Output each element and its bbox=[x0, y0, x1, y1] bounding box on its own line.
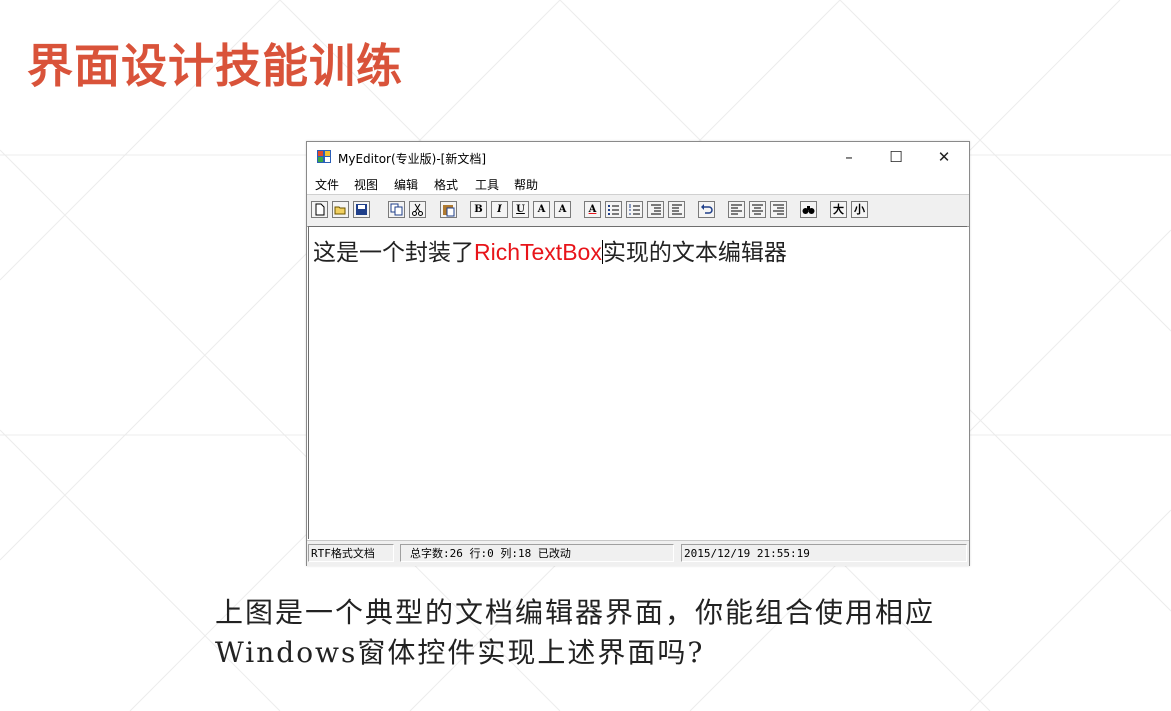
title-bar[interactable]: MyEditor(专业版)-[新文档] – ☐ ✕ bbox=[307, 142, 969, 172]
toolbar: B I U A A A 大 小 bbox=[307, 194, 969, 227]
editor-text-after: 实现的文本编辑器 bbox=[602, 240, 787, 266]
underline-icon[interactable]: U bbox=[512, 201, 529, 218]
editor-text-before: 这是一个封装了 bbox=[313, 240, 474, 266]
save-icon[interactable] bbox=[353, 201, 370, 218]
big-font-icon[interactable]: 大 bbox=[830, 201, 847, 218]
menu-format[interactable]: 格式 bbox=[434, 176, 458, 193]
font-shrink-icon[interactable]: A bbox=[554, 201, 571, 218]
italic-icon[interactable]: I bbox=[491, 201, 508, 218]
undo-icon[interactable] bbox=[698, 201, 715, 218]
editor-content: 这是一个封装了RichTextBox实现的文本编辑器 bbox=[313, 233, 787, 267]
status-bar: RTF格式文档 总字数:26 行:0 列:18 已改动 2015/12/19 2… bbox=[307, 540, 969, 566]
question-text: 上图是一个典型的文档编辑器界面，你能组合使用相应 Windows窗体控件实现上述… bbox=[215, 593, 1115, 673]
window-title: MyEditor(专业版)-[新文档] bbox=[338, 152, 487, 166]
app-icon bbox=[317, 150, 331, 163]
menu-help[interactable]: 帮助 bbox=[514, 176, 538, 193]
rich-text-editor[interactable]: 这是一个封装了RichTextBox实现的文本编辑器 bbox=[308, 226, 967, 539]
font-color-icon[interactable]: A bbox=[584, 201, 601, 218]
editor-text-highlight: RichTextBox bbox=[474, 239, 602, 265]
menu-view[interactable]: 视图 bbox=[354, 176, 378, 193]
copy-icon[interactable] bbox=[388, 201, 405, 218]
maximize-button[interactable]: ☐ bbox=[873, 142, 919, 172]
bold-icon[interactable]: B bbox=[470, 201, 487, 218]
align-right-icon[interactable] bbox=[770, 201, 787, 218]
open-icon[interactable] bbox=[332, 201, 349, 218]
slide-title: 界面设计技能训练 bbox=[27, 39, 403, 93]
question-line-1: 上图是一个典型的文档编辑器界面，你能组合使用相应 bbox=[215, 596, 936, 629]
font-grow-icon[interactable]: A bbox=[533, 201, 550, 218]
status-info: 总字数:26 行:0 列:18 已改动 bbox=[400, 544, 674, 562]
status-format: RTF格式文档 bbox=[308, 544, 394, 562]
small-font-icon[interactable]: 小 bbox=[851, 201, 868, 218]
minimize-button[interactable]: – bbox=[826, 142, 872, 172]
numbered-list-icon[interactable] bbox=[626, 201, 643, 218]
menu-file[interactable]: 文件 bbox=[315, 176, 339, 193]
align-left-icon[interactable] bbox=[728, 201, 745, 218]
find-icon[interactable] bbox=[800, 201, 817, 218]
question-line-2: Windows窗体控件实现上述界面吗? bbox=[215, 636, 705, 669]
menu-edit[interactable]: 编辑 bbox=[394, 176, 418, 193]
new-icon[interactable] bbox=[311, 201, 328, 218]
status-datetime: 2015/12/19 21:55:19 bbox=[681, 544, 967, 562]
align-center-icon[interactable] bbox=[749, 201, 766, 218]
editor-window: MyEditor(专业版)-[新文档] – ☐ ✕ 文件 视图 编辑 格式 工具… bbox=[306, 141, 970, 566]
close-button[interactable]: ✕ bbox=[921, 142, 967, 172]
menu-tools[interactable]: 工具 bbox=[475, 176, 499, 193]
menu-bar: 文件 视图 编辑 格式 工具 帮助 bbox=[307, 172, 969, 194]
bullet-list-icon[interactable] bbox=[605, 201, 622, 218]
outdent-icon[interactable] bbox=[668, 201, 685, 218]
paste-icon[interactable] bbox=[440, 201, 457, 218]
cut-icon[interactable] bbox=[409, 201, 426, 218]
indent-icon[interactable] bbox=[647, 201, 664, 218]
